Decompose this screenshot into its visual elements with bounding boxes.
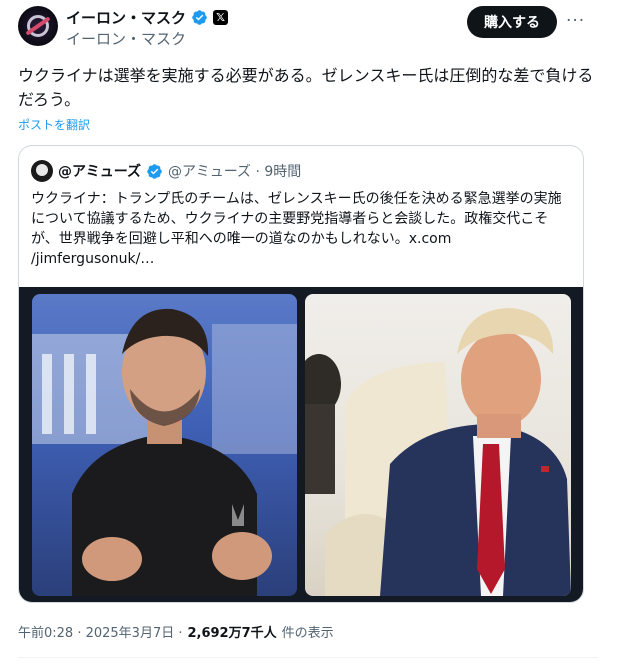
quoted-author-avatar[interactable] xyxy=(31,160,53,182)
buy-button[interactable]: 購入する xyxy=(467,6,557,38)
photo-zelensky[interactable] xyxy=(32,294,297,596)
author-avatar[interactable] xyxy=(18,6,58,46)
quoted-tweet[interactable]: @アミューズ @アミューズ · 9時間 ウクライナ：トランプ氏のチームは、ゼレン… xyxy=(18,145,584,603)
photo-zelensky-image xyxy=(32,308,297,596)
verified-badge-icon[interactable] xyxy=(191,9,208,26)
author-handle[interactable]: イーロン・マスク xyxy=(66,28,186,49)
author-display-name[interactable]: イーロン・マスク xyxy=(66,7,186,28)
quoted-author-meta[interactable]: @アミューズ · 9時間 xyxy=(168,161,301,181)
translate-post-link[interactable]: ポストを翻訳 xyxy=(18,116,90,133)
quoted-tweet-header: @アミューズ @アミューズ · 9時間 xyxy=(31,160,301,182)
divider xyxy=(18,657,598,658)
photo-trump-image xyxy=(305,308,571,596)
x-affiliate-icon[interactable]: 𝕏 xyxy=(213,10,229,25)
more-options-icon[interactable]: ··· xyxy=(566,11,585,31)
tweet-footer: 午前0:28 · 2025年3月7日 · 2,692万7千人 件の表示 xyxy=(18,622,334,641)
quoted-verified-badge-icon xyxy=(147,163,162,179)
timestamp[interactable]: 午前0:28 · 2025年3月7日 · xyxy=(18,622,182,641)
tweet-text: ウクライナは選挙を実施する必要がある。ゼレンスキー氏は圧倒的な差で負けるだろう。 xyxy=(18,66,594,109)
author-name-row: イーロン・マスク 𝕏 xyxy=(66,7,229,28)
quoted-tweet-text: ウクライナ：トランプ氏のチームは、ゼレンスキー氏の後任を決める緊急選挙の実施につ… xyxy=(31,191,562,267)
quoted-tweet-media[interactable] xyxy=(19,287,583,602)
photo-trump[interactable] xyxy=(305,294,571,596)
views-label: 件の表示 xyxy=(281,626,334,641)
views-count[interactable]: 2,692万7千人 xyxy=(187,622,276,641)
quoted-author-name[interactable]: @アミューズ xyxy=(58,161,141,181)
